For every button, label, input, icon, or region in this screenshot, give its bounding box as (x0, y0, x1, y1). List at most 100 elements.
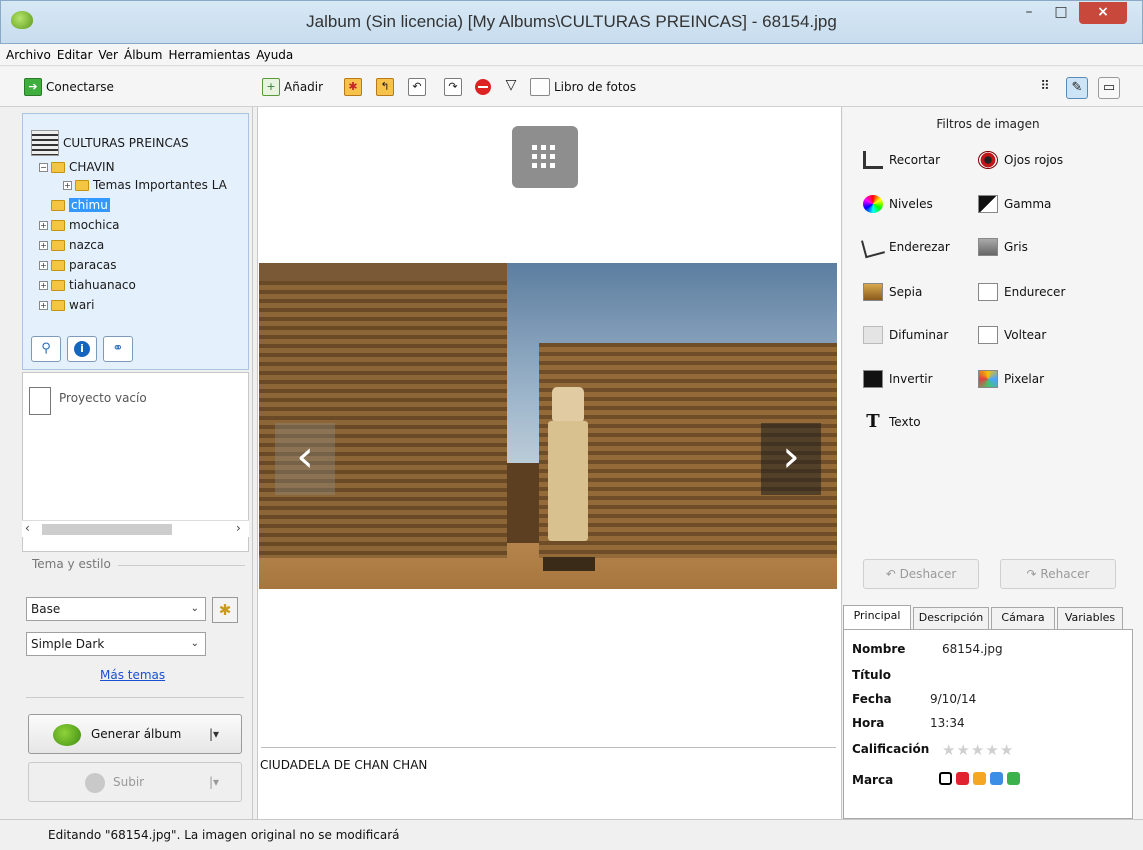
rating-stars[interactable]: ★★★★★ (942, 741, 1014, 759)
scroll-left-icon[interactable]: ‹ (25, 521, 30, 535)
chevron-down-icon[interactable]: |▾ (209, 775, 219, 789)
star-icon[interactable]: ★ (1000, 741, 1014, 759)
expander-icon[interactable]: − (39, 162, 48, 172)
skin-select[interactable]: Base ⌄ (26, 597, 206, 621)
filter-difuminar[interactable]: Difuminar (863, 326, 948, 344)
filter-ojos-rojos[interactable]: Ojos rojos (978, 151, 1063, 169)
upload-button[interactable]: Subir |▾ (28, 762, 242, 802)
filter-voltear[interactable]: Voltear (978, 326, 1046, 344)
photobook-button[interactable]: Libro de fotos (530, 77, 636, 97)
horizontal-scrollbar[interactable]: ‹ › (22, 520, 249, 537)
tree-item-mochica[interactable]: + mochica (39, 216, 120, 234)
grid-view-icon[interactable]: ⠿ (1034, 77, 1056, 99)
scroll-right-icon[interactable]: › (236, 521, 241, 535)
mark-none-swatch[interactable] (939, 772, 952, 785)
add-button[interactable]: + Añadir (262, 77, 323, 97)
menu-album[interactable]: Álbum (121, 44, 165, 62)
theme-settings-icon[interactable]: ✱ (212, 597, 238, 623)
maximize-button[interactable]: □ (1048, 2, 1074, 24)
minimize-button[interactable]: – (1016, 2, 1042, 24)
edit-view-icon[interactable]: ✎ (1066, 77, 1088, 99)
tree-item-nazca[interactable]: + nazca (39, 236, 104, 254)
tree-item-temas-importantes[interactable]: + Temas Importantes LA (63, 176, 227, 194)
add-images-icon: + (262, 78, 280, 96)
filter-endurecer[interactable]: Endurecer (978, 283, 1065, 301)
prop-name-value[interactable]: 68154.jpg (942, 642, 1003, 656)
filter-niveles[interactable]: Niveles (863, 195, 933, 213)
menu-archivo[interactable]: Archivo (0, 44, 54, 62)
mark-red-swatch[interactable] (956, 772, 969, 785)
undo-button[interactable]: ↶ Deshacer (863, 559, 979, 589)
album-tree: CULTURAS PREINCAS − CHAVIN + Temas Importa… (22, 113, 249, 370)
mark-orange-swatch[interactable] (973, 772, 986, 785)
tab-camara[interactable]: Cámara (991, 607, 1055, 629)
grid-icon[interactable] (512, 126, 578, 188)
tag-icon[interactable]: ⚭ (103, 336, 133, 362)
rotate-right-icon[interactable]: ↷ (444, 78, 462, 96)
next-image-icon[interactable]: › (761, 423, 821, 495)
more-themes-link[interactable]: Más temas (100, 668, 165, 682)
tab-principal[interactable]: Principal (843, 605, 911, 630)
delete-icon[interactable] (475, 79, 491, 95)
tab-descripcion[interactable]: Descripción (913, 607, 989, 629)
image-caption[interactable]: CIUDADELA DE CHAN CHAN (260, 758, 427, 772)
prop-date-value[interactable]: 9/10/14 (930, 692, 976, 706)
info-icon[interactable]: i (67, 336, 97, 362)
filter-invertir[interactable]: Invertir (863, 370, 933, 388)
menu-editar[interactable]: Editar (54, 44, 96, 62)
slide-view-icon[interactable]: ▭ (1098, 77, 1120, 99)
menu-ayuda[interactable]: Ayuda (253, 44, 296, 62)
menu-herramientas[interactable]: Herramientas (165, 44, 253, 62)
sharpen-icon (978, 283, 998, 301)
star-icon[interactable]: ★ (971, 741, 985, 759)
status-text: Editando "68154.jpg". La imagen original… (48, 828, 400, 842)
search-icon[interactable]: ⚲ (31, 336, 61, 362)
generate-album-button[interactable]: Generar álbum |▾ (28, 714, 242, 754)
caption-divider (261, 747, 836, 748)
folder-icon (51, 239, 65, 251)
expander-icon[interactable]: + (63, 180, 72, 190)
gamma-icon (978, 195, 998, 213)
folder-up-icon[interactable]: ↰ (376, 78, 394, 96)
filter-gris[interactable]: Gris (978, 238, 1028, 256)
filter-texto[interactable]: T Texto (863, 413, 920, 431)
empty-project-label: Proyecto vacío (59, 391, 147, 405)
menu-ver[interactable]: Ver (95, 44, 121, 62)
prop-time-value[interactable]: 13:34 (930, 716, 965, 730)
tree-item-chimu[interactable]: chimu (51, 196, 110, 214)
connect-button[interactable]: ➔ Conectarse (24, 77, 114, 97)
filter-label: Gamma (1004, 197, 1052, 211)
tree-item-tiahuanaco[interactable]: + tiahuanaco (39, 276, 136, 294)
tree-root[interactable]: CULTURAS PREINCAS (31, 130, 189, 156)
tree-item-wari[interactable]: + wari (39, 296, 94, 314)
scrollbar-thumb[interactable] (42, 524, 172, 535)
redo-button[interactable]: ↷ Rehacer (1000, 559, 1116, 589)
redo-label: Rehacer (1040, 567, 1090, 581)
filter-recortar[interactable]: Recortar (863, 151, 940, 169)
close-button[interactable]: × (1079, 2, 1127, 24)
filter-icon[interactable]: ▽ (502, 78, 520, 96)
expander-icon[interactable]: + (39, 240, 48, 250)
rotate-left-icon[interactable]: ↶ (408, 78, 426, 96)
style-select[interactable]: Simple Dark ⌄ (26, 632, 206, 656)
frog-icon (53, 724, 81, 746)
star-icon[interactable]: ★ (956, 741, 970, 759)
expander-icon[interactable]: + (39, 300, 48, 310)
star-icon[interactable]: ★ (985, 741, 999, 759)
star-icon[interactable]: ★ (942, 741, 956, 759)
filter-sepia[interactable]: Sepia (863, 283, 922, 301)
tree-item-chavin[interactable]: − CHAVIN (39, 158, 115, 176)
new-folder-icon[interactable]: ✱ (344, 78, 362, 96)
tab-variables[interactable]: Variables (1057, 607, 1123, 629)
previous-image-icon[interactable]: ‹ (275, 423, 335, 495)
mark-blue-swatch[interactable] (990, 772, 1003, 785)
chevron-down-icon[interactable]: |▾ (209, 727, 219, 741)
filter-enderezar[interactable]: Enderezar (861, 235, 950, 259)
filter-gamma[interactable]: Gamma (978, 195, 1051, 213)
tree-item-paracas[interactable]: + paracas (39, 256, 116, 274)
expander-icon[interactable]: + (39, 280, 48, 290)
expander-icon[interactable]: + (39, 220, 48, 230)
filter-pixelar[interactable]: Pixelar (978, 370, 1044, 388)
mark-green-swatch[interactable] (1007, 772, 1020, 785)
expander-icon[interactable]: + (39, 260, 48, 270)
